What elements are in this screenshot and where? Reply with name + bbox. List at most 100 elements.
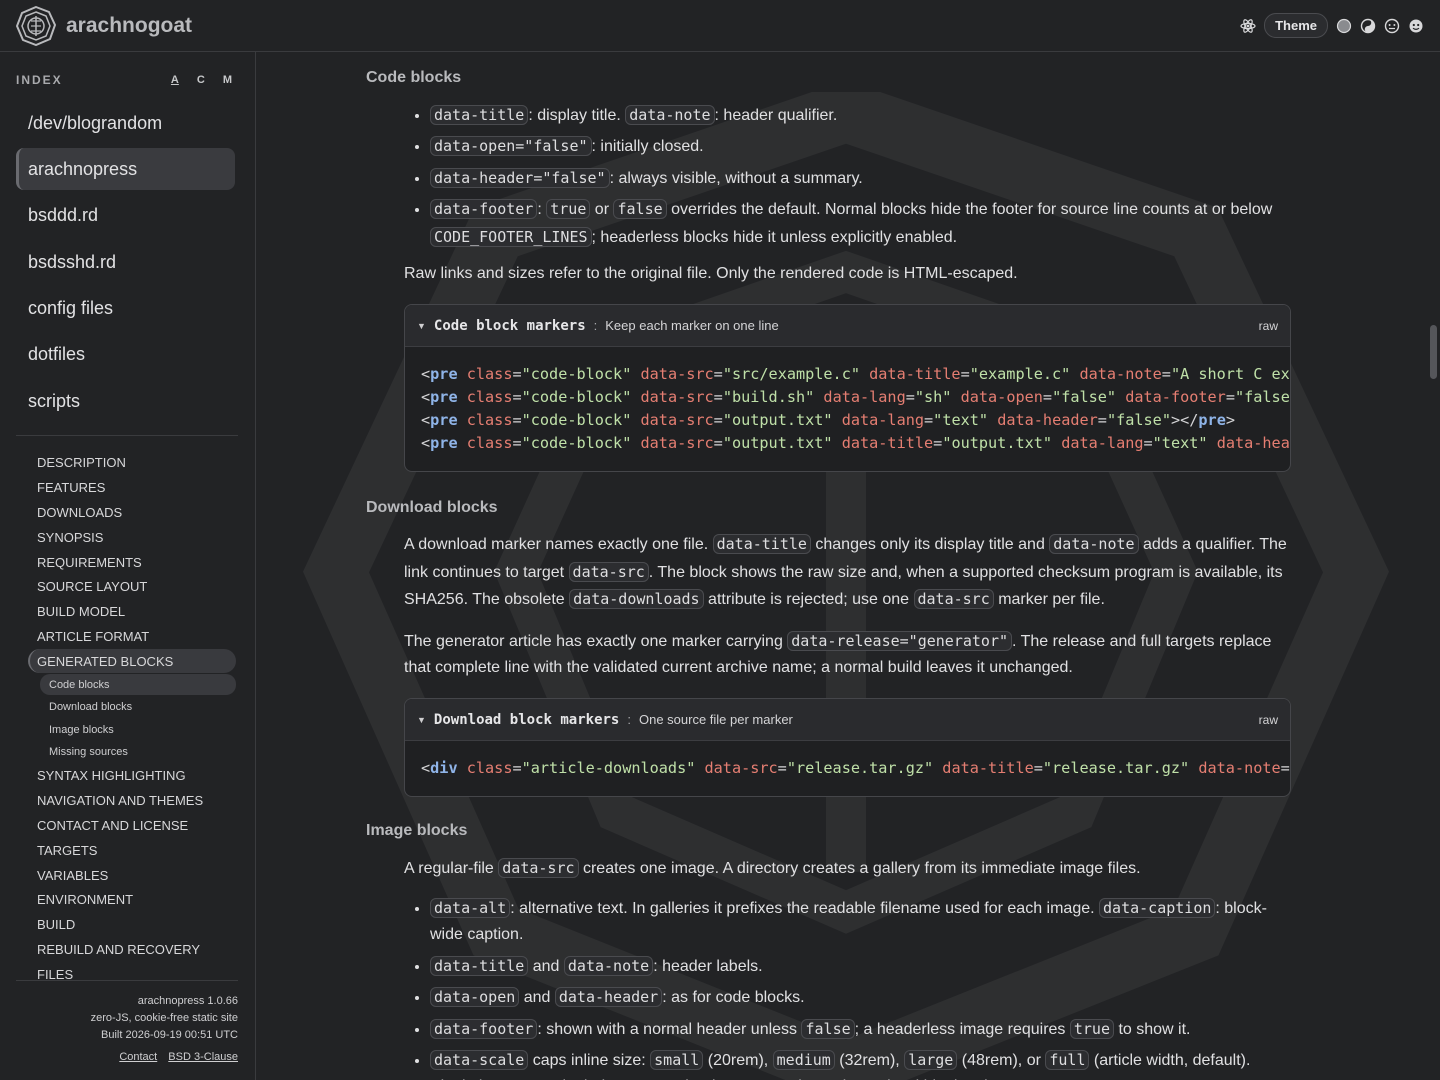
toc-item[interactable]: BUILD [28, 912, 236, 937]
toc-item[interactable]: SOURCE LAYOUT [28, 574, 236, 599]
code-token: data-title [841, 434, 934, 453]
code-token: class [466, 411, 513, 430]
list-item: data-title: display title. data-note: he… [430, 102, 1291, 129]
toc-item[interactable]: TARGETS [28, 838, 236, 863]
theme-solid-icon[interactable] [1336, 18, 1352, 34]
site-list: /dev/blograndom arachnopress bsddd.rd bs… [16, 102, 235, 427]
code-token: class [466, 365, 513, 384]
table-of-contents: DESCRIPTION FEATURES DOWNLOADS SYNOPSIS … [28, 450, 236, 987]
toc-item[interactable]: REBUILD AND RECOVERY [28, 937, 236, 962]
inline-code: data-header="false" [430, 167, 610, 188]
list-text: : header labels. [653, 957, 763, 975]
site-item[interactable]: config files [16, 288, 235, 330]
toc-item[interactable]: SYNOPSIS [28, 525, 236, 550]
list-text: : always visible, without a summary. [609, 169, 863, 187]
code-token: "example.c" [969, 365, 1071, 384]
inline-code: large [904, 1049, 958, 1070]
logo-icon[interactable] [16, 5, 56, 46]
toc-sub-item[interactable]: Download blocks [40, 696, 236, 718]
toc-sub-item-active[interactable]: Code blocks [40, 674, 236, 696]
inline-code: small [650, 1049, 704, 1070]
para-text: A regular-file [404, 860, 499, 878]
code-token: ></ [1170, 411, 1199, 430]
contact-link[interactable]: Contact [119, 1051, 157, 1063]
toc-item[interactable]: DOWNLOADS [28, 500, 236, 525]
code-token: "release.tar.gz" [786, 759, 934, 778]
theme-face-icon[interactable] [1384, 18, 1400, 34]
code-token: "false" [1234, 388, 1290, 407]
code-token: = [924, 411, 934, 430]
index-label: INDEX [16, 73, 63, 87]
inline-code: data-src [498, 858, 579, 879]
raw-link[interactable]: raw [1259, 713, 1278, 727]
toc-item[interactable]: FEATURES [28, 475, 236, 500]
code-token: = [1042, 388, 1053, 407]
atom-icon[interactable] [1240, 18, 1256, 34]
code-token: < [421, 759, 431, 778]
toc-sub-item[interactable]: Missing sources [40, 741, 236, 763]
theme-pacman-icon[interactable] [1408, 18, 1424, 34]
toc-item-active[interactable]: GENERATED BLOCKS [28, 649, 236, 674]
site-item[interactable]: scripts [16, 380, 235, 422]
toc-item[interactable]: DESCRIPTION [28, 450, 236, 475]
para-text: marker per file. [993, 591, 1105, 609]
site-item[interactable]: bsddd.rd [16, 195, 235, 237]
sort-alpha-link[interactable]: A [171, 74, 179, 86]
inline-code: data-scale [430, 1049, 529, 1070]
toc-item[interactable]: NAVIGATION AND THEMES [28, 788, 236, 813]
code-token: = [512, 365, 522, 384]
toc-sub-item[interactable]: Image blocks [40, 718, 236, 740]
inline-code: data-footer [430, 199, 538, 220]
code-box-body: <div class="article-downloads" data-src=… [405, 741, 1290, 796]
code-token: data-header [997, 411, 1098, 430]
raw-link[interactable]: raw [1259, 319, 1278, 333]
license-link[interactable]: BSD 3-Clause [168, 1051, 238, 1063]
site-item[interactable]: bsdsshd.rd [16, 241, 235, 283]
list-text: ; headerless blocks hide it unless expli… [591, 228, 958, 246]
caret-down-icon[interactable]: ▼ [417, 321, 426, 331]
code-token: data-lang [1061, 434, 1144, 453]
caret-down-icon[interactable]: ▼ [417, 715, 426, 725]
sidebar: INDEX A C M /dev/blograndom arachnopress… [0, 52, 256, 1080]
list-text: : shown with a normal header unless [537, 1020, 802, 1038]
list-text: : header qualifier. [714, 107, 838, 124]
code-box-header[interactable]: ▼ Download block markers : One source fi… [405, 699, 1290, 742]
code-token: "article-downloads" [521, 759, 696, 778]
code-line: <div class="article-downloads" data-src=… [421, 757, 1290, 780]
image-blocks-list: data-alt: alternative text. In galleries… [366, 895, 1291, 1080]
theme-button[interactable]: Theme [1264, 13, 1328, 38]
index-header: INDEX A C M [16, 72, 238, 88]
toc-item[interactable]: REQUIREMENTS [28, 550, 236, 575]
code-box-header[interactable]: ▼ Code block markers : Keep each marker … [405, 305, 1290, 348]
separator: : [627, 712, 631, 728]
theme-yinyang-icon[interactable] [1360, 18, 1376, 34]
list-item: data-header="false": always visible, wit… [430, 165, 1291, 192]
toc-item[interactable]: SYNTAX HIGHLIGHTING [28, 763, 236, 788]
toc-item[interactable]: ARTICLE FORMAT [28, 624, 236, 649]
tagline-text: zero-JS, cookie-free static site [90, 1012, 238, 1024]
brand-name[interactable]: arachnogoat [66, 14, 192, 38]
toc-item[interactable]: BUILD MODEL [28, 599, 236, 624]
code-token: data-src [704, 759, 778, 778]
site-item[interactable]: dotfiles [16, 334, 235, 376]
toc-item[interactable]: CONTACT AND LICENSE [28, 813, 236, 838]
sort-created-link[interactable]: C [197, 74, 205, 86]
code-token: data-src [640, 365, 714, 384]
code-token: "text" [933, 411, 989, 430]
sort-modified-link[interactable]: M [223, 74, 232, 86]
site-item-active[interactable]: arachnopress [16, 148, 235, 191]
toc-item[interactable]: ENVIRONMENT [28, 887, 236, 912]
code-token: < [421, 365, 431, 384]
paragraph: The generator article has exactly one ma… [366, 628, 1291, 682]
toc-item[interactable]: VARIABLES [28, 863, 236, 888]
toc-subsection: Code blocks Download blocks Image blocks… [28, 674, 236, 763]
list-text: ; a headerless image requires [854, 1020, 1070, 1038]
list-item: data-footer: shown with a normal header … [430, 1016, 1291, 1043]
site-item[interactable]: /dev/blograndom [16, 102, 235, 144]
section-heading-download-blocks: Download blocks [366, 499, 498, 517]
code-token: "code-block" [521, 365, 632, 384]
